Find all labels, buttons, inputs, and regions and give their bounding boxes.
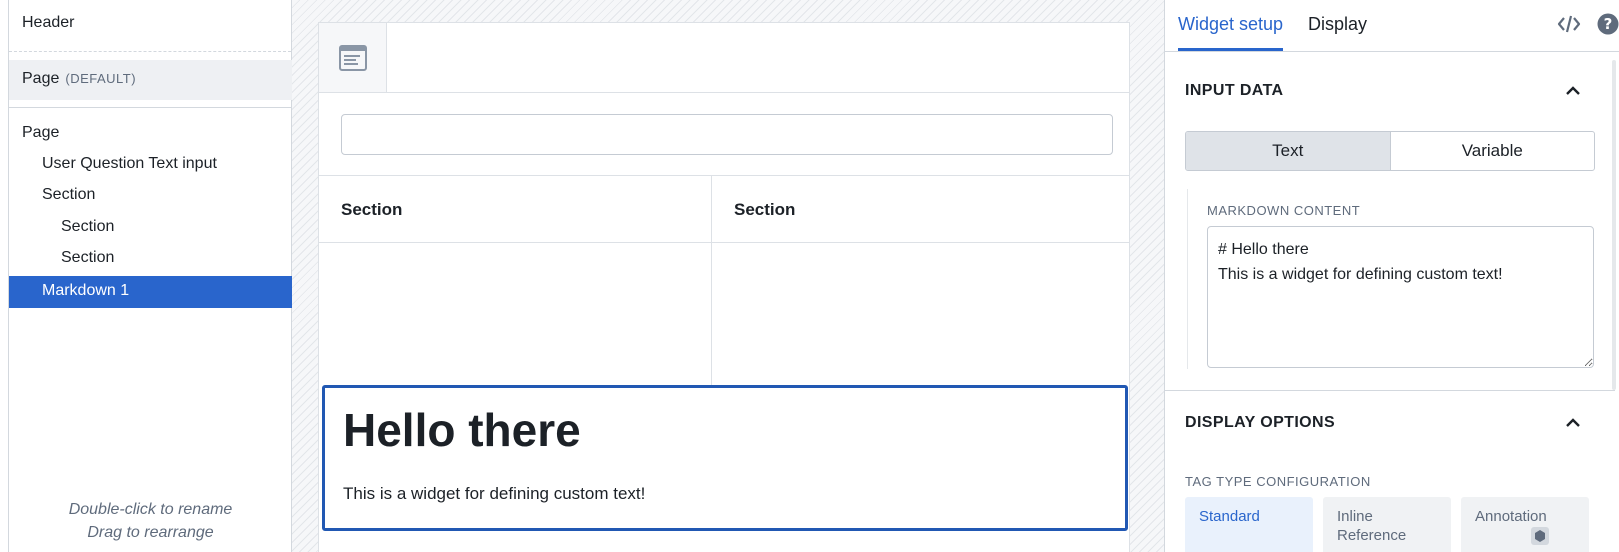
hint-rename: Double-click to rename bbox=[68, 501, 233, 518]
user-question-text-input[interactable] bbox=[341, 114, 1113, 155]
tag-type-annotation[interactable]: Annotation bbox=[1461, 497, 1589, 552]
outline-divider bbox=[9, 107, 292, 108]
code-icon[interactable] bbox=[1557, 12, 1581, 41]
outline-panel: Header Page (DEFAULT) Page User Question … bbox=[8, 0, 292, 552]
page-header-row bbox=[319, 23, 1129, 93]
panel-scrollbar[interactable] bbox=[1612, 60, 1616, 390]
tag-type-label: Standard bbox=[1199, 508, 1260, 525]
markdown-content-field: MARKDOWN CONTENT bbox=[1187, 189, 1597, 369]
mode-text-button[interactable]: Text bbox=[1186, 132, 1391, 170]
section-widget-left[interactable]: Section bbox=[319, 176, 712, 386]
outline-header[interactable]: Header bbox=[9, 0, 291, 52]
hint-drag: Drag to rearrange bbox=[87, 524, 214, 541]
page-frame: Section Section Hello there This is a wi… bbox=[318, 22, 1130, 552]
tag-type-inline-reference[interactable]: Inline Reference bbox=[1323, 497, 1451, 552]
section-title: Section bbox=[712, 176, 1129, 243]
page-default-label: Page bbox=[22, 70, 60, 87]
layout-canvas: Section Section Hello there This is a wi… bbox=[292, 0, 1164, 552]
tag-type-config-label: TAG TYPE CONFIGURATION bbox=[1185, 474, 1371, 489]
default-tag: (DEFAULT) bbox=[65, 71, 137, 86]
tab-widget-setup[interactable]: Widget setup bbox=[1178, 14, 1284, 51]
markdown-content-textarea[interactable] bbox=[1207, 226, 1594, 368]
tag-type-standard[interactable]: Standard bbox=[1185, 497, 1313, 552]
tree-item-label: Section bbox=[42, 186, 96, 203]
widget-card-icon[interactable] bbox=[319, 23, 387, 92]
outline-page-default[interactable]: Page (DEFAULT) bbox=[9, 60, 292, 100]
text-input-widget bbox=[319, 93, 1129, 176]
tag-type-label: Annotation bbox=[1475, 508, 1547, 525]
tree-item-markdown-1[interactable]: Markdown 1 bbox=[9, 276, 292, 308]
markdown-widget-selected[interactable]: Hello there This is a widget for definin… bbox=[322, 385, 1128, 531]
svg-text:?: ? bbox=[1604, 15, 1613, 33]
tree-item-section[interactable]: Section bbox=[9, 180, 292, 212]
config-panel: Widget setup Display ? INPUT DATA Text V… bbox=[1164, 0, 1619, 552]
display-options-title: DISPLAY OPTIONS bbox=[1185, 414, 1336, 431]
tab-display[interactable]: Display bbox=[1308, 14, 1367, 35]
section-row: Section Section bbox=[319, 176, 1129, 386]
markdown-heading: Hello there bbox=[343, 404, 581, 456]
mode-variable-button[interactable]: Variable bbox=[1391, 132, 1595, 170]
tree-item-label: User Question Text input bbox=[42, 155, 217, 172]
markdown-body: This is a widget for defining custom tex… bbox=[343, 484, 646, 503]
tree-item-user-question-text-input[interactable]: User Question Text input bbox=[9, 149, 292, 181]
chevron-up-icon[interactable] bbox=[1565, 416, 1581, 435]
tag-type-label: Inline Reference bbox=[1337, 508, 1407, 544]
cube-icon bbox=[1531, 527, 1549, 550]
tree-item-page[interactable]: Page bbox=[9, 118, 292, 150]
config-tabs: Widget setup Display ? bbox=[1165, 0, 1619, 52]
tree-item-label: Page bbox=[22, 124, 60, 141]
tree-item-section[interactable]: Section bbox=[9, 243, 292, 275]
tree-item-label: Section bbox=[61, 218, 115, 235]
markdown-content-label: MARKDOWN CONTENT bbox=[1207, 203, 1361, 218]
section-widget-right[interactable]: Section bbox=[712, 176, 1129, 386]
input-data-title: INPUT DATA bbox=[1185, 82, 1284, 99]
help-icon[interactable]: ? bbox=[1597, 12, 1619, 41]
tree-item-section[interactable]: Section bbox=[9, 212, 292, 244]
input-mode-toggle: Text Variable bbox=[1185, 131, 1595, 171]
tree-item-label: Markdown 1 bbox=[42, 282, 130, 299]
panel-divider bbox=[1165, 390, 1615, 391]
section-title: Section bbox=[319, 176, 711, 243]
chevron-up-icon[interactable] bbox=[1565, 84, 1581, 103]
tree-item-label: Section bbox=[61, 249, 115, 266]
